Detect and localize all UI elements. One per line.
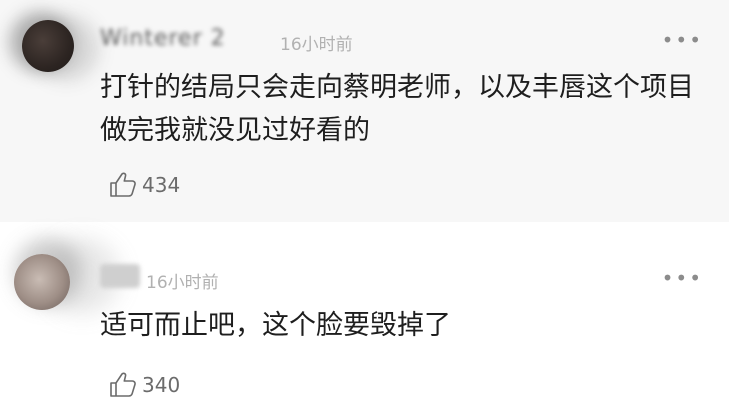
like-button[interactable]: 340 bbox=[108, 370, 180, 400]
more-dots-icon[interactable]: ••• bbox=[662, 268, 703, 288]
comment-text: 适可而止吧，这个脸要毁掉了 bbox=[100, 310, 451, 341]
comment-time: 16小时前 bbox=[146, 273, 219, 293]
comment-item: Winterer 2 16小时前 ••• 打针的结局只会走向蔡明老师，以及丰唇这… bbox=[0, 0, 729, 222]
thumbs-up-icon bbox=[110, 172, 136, 197]
thumbs-up-icon bbox=[110, 372, 136, 397]
comment-text: 打针的结局只会走向蔡明老师，以及丰唇这个项目做完我就没见过好看的 bbox=[100, 72, 694, 146]
username[interactable]: Winterer 2 bbox=[100, 26, 226, 51]
username[interactable] bbox=[100, 264, 140, 288]
like-count: 434 bbox=[142, 173, 181, 197]
like-button[interactable]: 434 bbox=[108, 170, 180, 200]
more-dots-icon[interactable]: ••• bbox=[662, 30, 703, 50]
divider bbox=[0, 222, 729, 238]
avatar[interactable] bbox=[22, 20, 74, 72]
comment-item: 16小时前 ••• 适可而止吧，这个脸要毁掉了 340 bbox=[0, 238, 729, 408]
like-count: 340 bbox=[142, 373, 181, 397]
avatar[interactable] bbox=[14, 254, 70, 310]
comment-time: 16小时前 bbox=[280, 35, 353, 55]
